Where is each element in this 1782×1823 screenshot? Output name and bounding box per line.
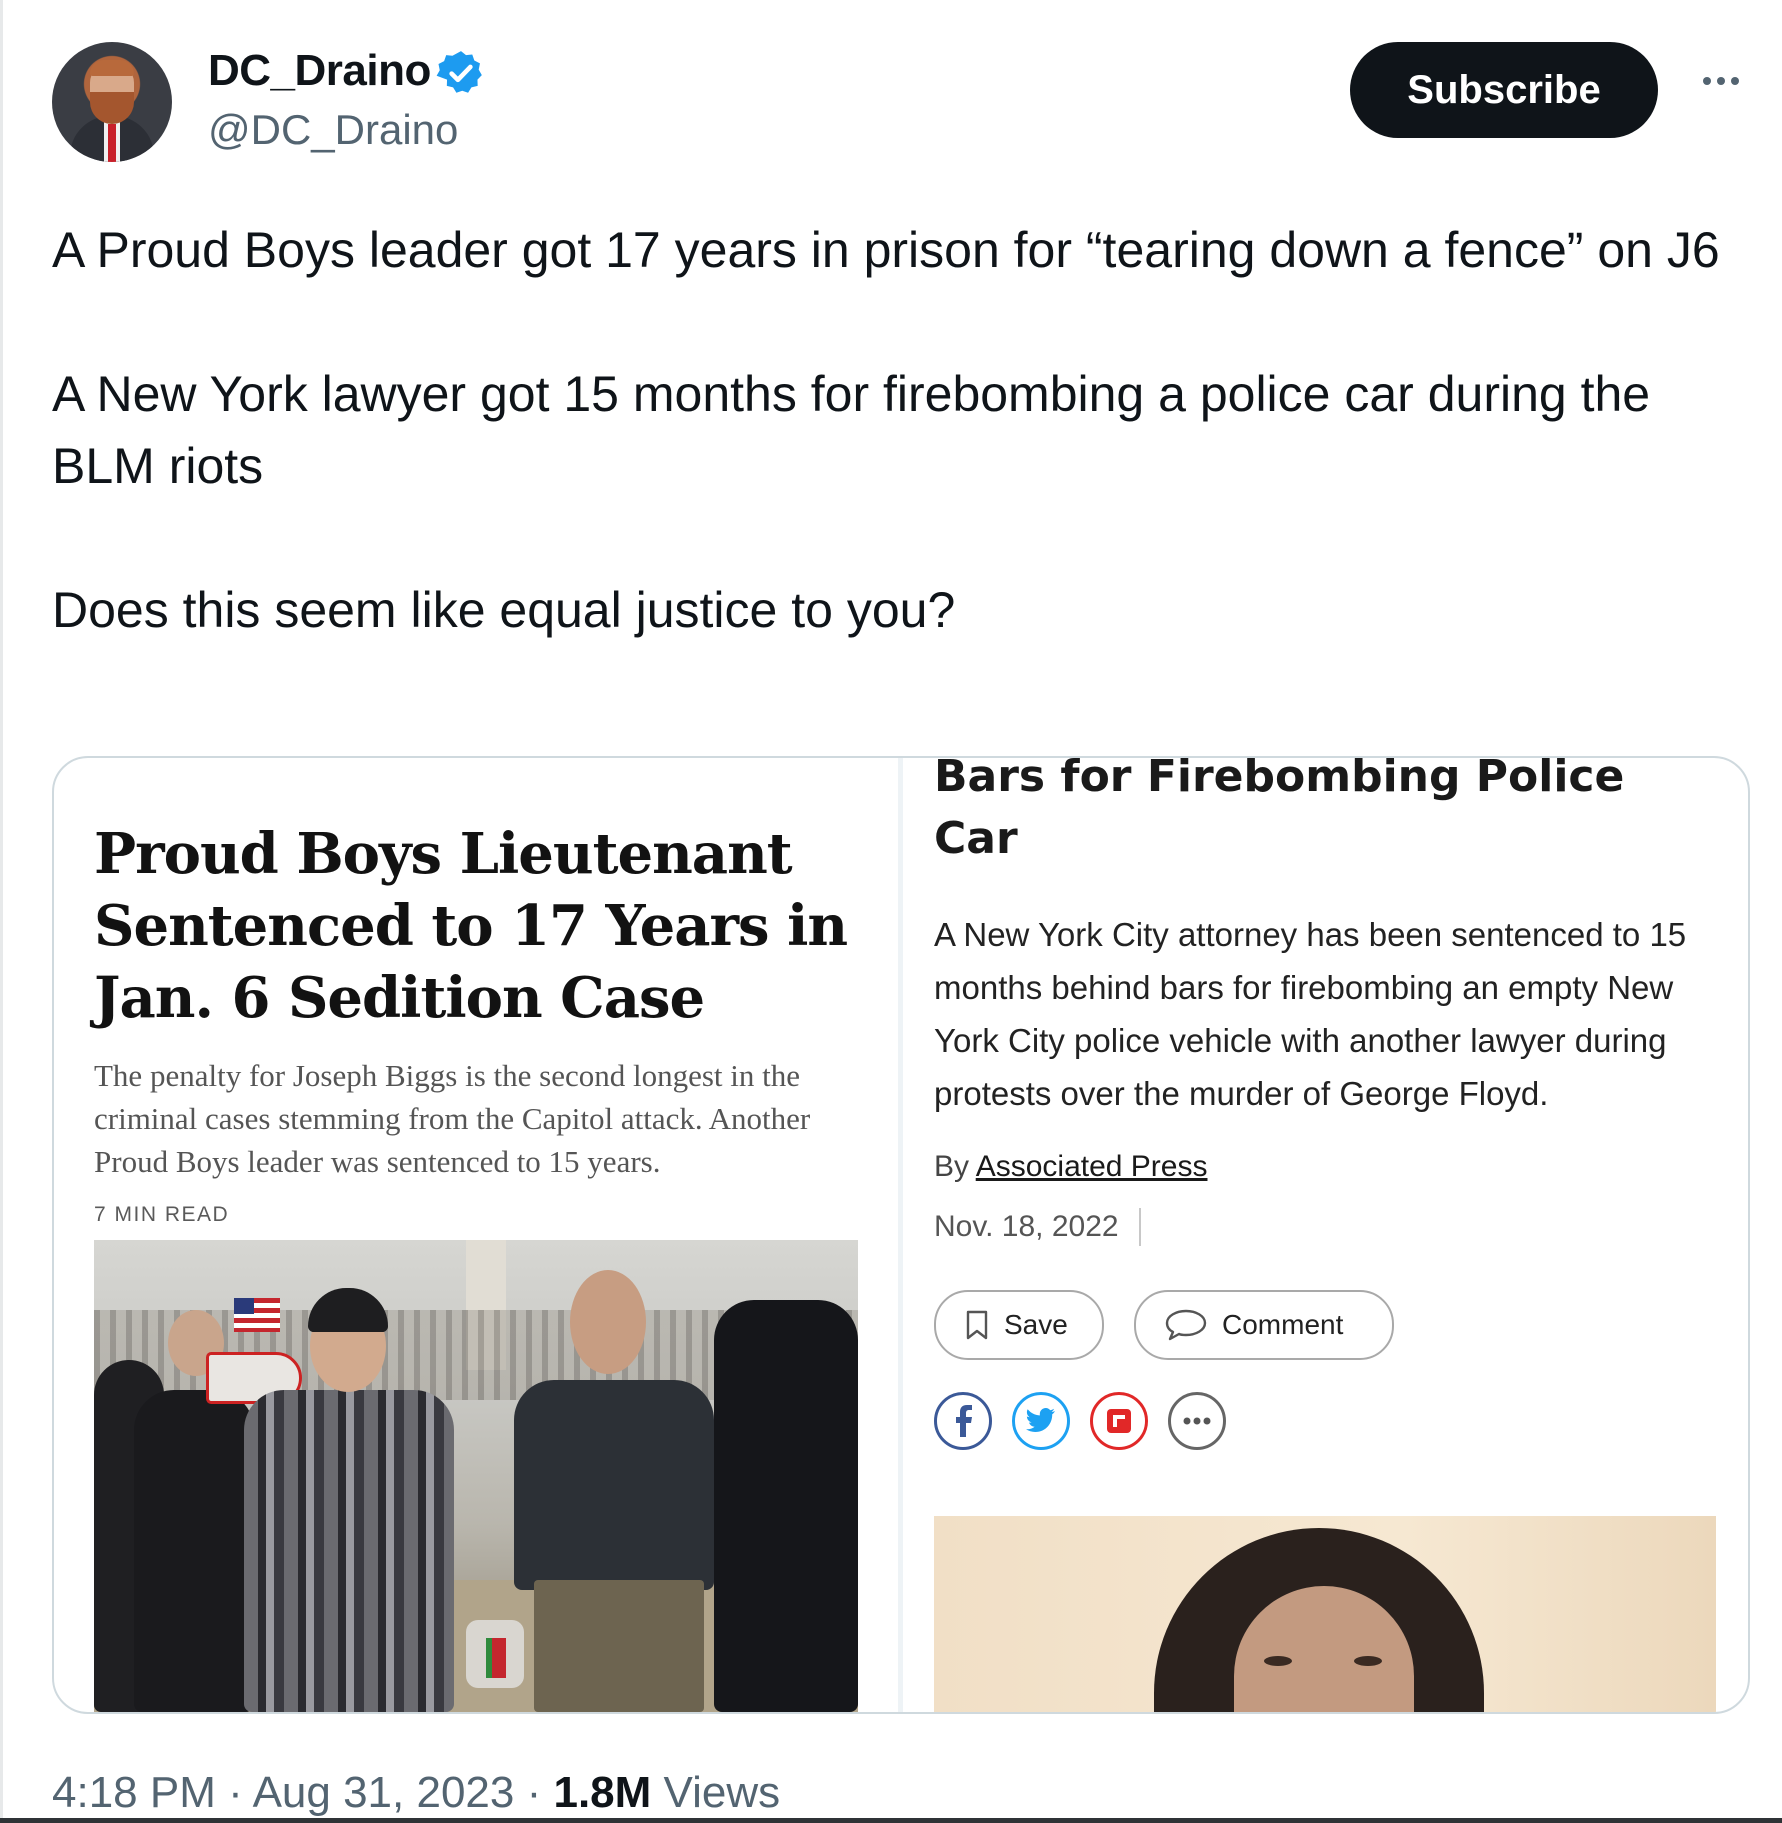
more-dot <box>1703 77 1711 85</box>
mugshot-photo <box>934 1516 1716 1712</box>
article-date-text: Nov. 18, 2022 <box>934 1210 1119 1243</box>
eye-shape <box>1354 1656 1382 1666</box>
byline-author-link: Associated Press <box>975 1150 1208 1183</box>
avatar-hair <box>90 60 134 76</box>
meta-separator: · <box>526 1768 542 1817</box>
views-count: 1.8M <box>553 1768 652 1817</box>
bookmark-icon <box>966 1310 988 1340</box>
tweet-time[interactable]: 4:18 PM <box>52 1768 216 1817</box>
comment-label: Comment <box>1222 1309 1344 1340</box>
flag-shape <box>234 1298 280 1332</box>
subscribe-button[interactable]: Subscribe <box>1350 42 1658 138</box>
pants-shape <box>534 1580 704 1712</box>
facebook-icon <box>934 1392 992 1450</box>
more-horizontal-icon[interactable] <box>1696 66 1746 96</box>
bottom-border <box>0 1818 1782 1823</box>
eye-shape <box>1264 1656 1292 1666</box>
save-pill: Save <box>934 1290 1104 1360</box>
media-divider <box>898 758 903 1712</box>
protest-photo <box>94 1240 858 1712</box>
left-article-headline: Proud Boys Lieutenant Sentenced to 17 Ye… <box>94 821 848 1031</box>
more-dot <box>1717 77 1725 85</box>
verified-badge-icon[interactable] <box>436 48 486 98</box>
comment-bubble-icon <box>1165 1309 1207 1341</box>
avatar-tie <box>108 124 116 162</box>
left-article-screenshot: Proud Boys Lieutenant Sentenced to 17 Ye… <box>94 818 854 1227</box>
author-handle[interactable]: @DC_Draino <box>208 106 458 154</box>
meta-separator: · <box>228 1768 243 1817</box>
save-label: Save <box>1004 1309 1068 1340</box>
date-separator <box>1138 1208 1141 1246</box>
left-article-read-time: 7 MIN READ <box>94 1203 230 1226</box>
more-share-icon <box>1168 1392 1226 1450</box>
bag-shape <box>466 1620 524 1688</box>
right-article-headline: Bars for Firebombing Police Car <box>934 756 1625 864</box>
comment-pill: Comment <box>1134 1290 1394 1360</box>
tweet-media-card[interactable]: Proud Boys Lieutenant Sentenced to 17 Ye… <box>52 756 1750 1714</box>
flipboard-icon <box>1090 1392 1148 1450</box>
tweet-metadata: 4:18 PM · Aug 31, 2023 · 1.8M Views <box>52 1768 780 1818</box>
person-shape <box>514 1380 714 1590</box>
left-border <box>0 0 3 1823</box>
left-article-summary: The penalty for Joseph Biggs is the seco… <box>94 1058 811 1179</box>
views-label: Views <box>663 1768 781 1817</box>
person-head-shape <box>570 1270 646 1374</box>
person-shape <box>714 1300 858 1712</box>
beanie-shape <box>308 1288 388 1332</box>
author-display-name[interactable]: DC_Draino <box>208 46 431 96</box>
tweet-paragraph: A New York lawyer got 15 months for fire… <box>52 366 1665 494</box>
person-shape <box>244 1390 454 1712</box>
byline-prefix: By <box>934 1150 970 1183</box>
right-article-date: Nov. 18, 2022 <box>934 1208 1141 1246</box>
right-article-byline: By Associated Press <box>934 1150 1207 1184</box>
tweet-text: A Proud Boys leader got 17 years in pris… <box>52 214 1752 646</box>
tweet-paragraph: Does this seem like equal justice to you… <box>52 582 956 638</box>
twitter-icon <box>1012 1392 1070 1450</box>
person-shape <box>134 1390 254 1712</box>
more-dot <box>1731 77 1739 85</box>
right-article-summary: A New York City attorney has been senten… <box>934 916 1687 1112</box>
author-avatar[interactable] <box>52 42 172 162</box>
tweet-paragraph: A Proud Boys leader got 17 years in pris… <box>52 222 1720 278</box>
tweet-date[interactable]: Aug 31, 2023 <box>253 1768 515 1817</box>
